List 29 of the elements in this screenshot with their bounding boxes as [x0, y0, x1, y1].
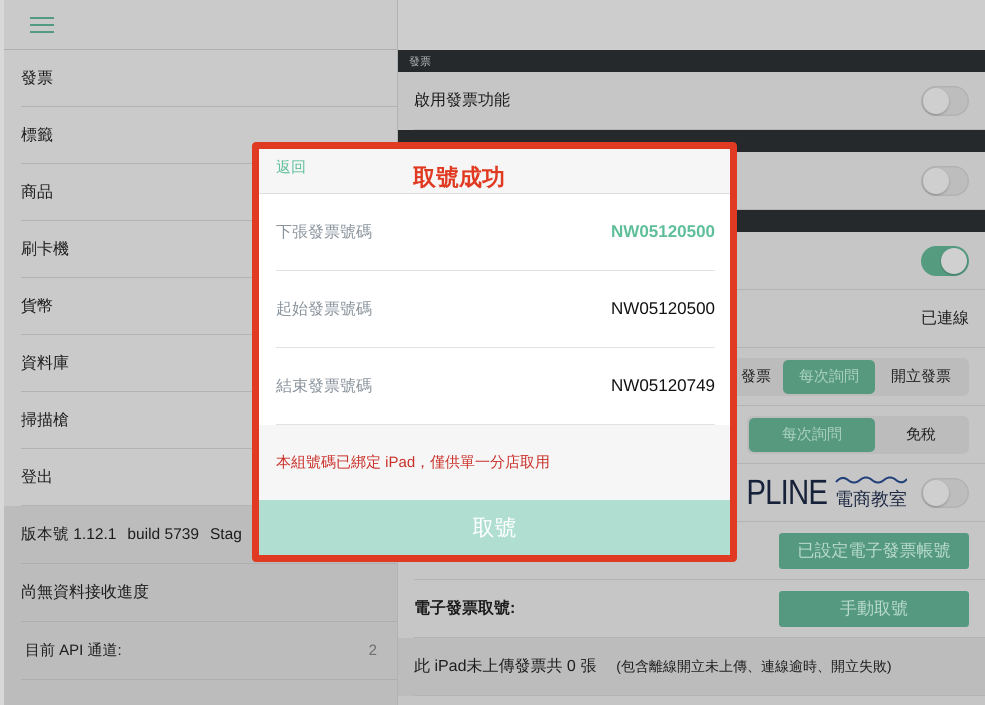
version-text: 版本號 1.12.1 — [21, 525, 116, 545]
field-label: 起始發票號碼 — [276, 300, 372, 320]
toggle-switch[interactable] — [921, 246, 969, 276]
upload-count-text: 此 iPad未上傳發票共 0 張 — [414, 656, 596, 677]
toggle-switch[interactable] — [921, 478, 969, 508]
menu-icon[interactable] — [30, 16, 54, 32]
segment-tab[interactable]: 開立發票 — [875, 360, 967, 394]
segment-tab[interactable]: 免稅 — [875, 418, 967, 452]
connection-status: 已連線 — [921, 308, 969, 329]
version-text: build 5739 — [127, 526, 199, 544]
logo-caption: 電商教室 — [835, 488, 907, 510]
invoice-number: NW05120500 — [611, 299, 715, 319]
setting-label: 啟用發票功能 — [414, 90, 510, 111]
api-channel-label: 目前 API 通道: — [25, 641, 122, 660]
invoice-number: NW05120749 — [611, 376, 715, 396]
api-channel-value: 2 — [368, 642, 377, 659]
wave-icon — [835, 474, 907, 484]
section-title: 發票 — [409, 54, 431, 68]
toggle-switch[interactable] — [921, 86, 969, 116]
toggle-switch[interactable] — [921, 166, 969, 196]
setting-label: 電子發票取號: — [414, 598, 516, 619]
field-label: 下張發票號碼 — [276, 222, 372, 242]
invoice-number: NW05120500 — [611, 222, 715, 242]
version-text: Stag — [210, 526, 242, 544]
upload-note-text: (包含離線開立未上傳、連線逾時、開立失敗) — [616, 658, 892, 676]
sidebar-item[interactable]: 發票 — [21, 50, 397, 107]
dialog-title: 取號成功 — [413, 163, 505, 192]
sync-status-text: 尚無資料接收進度 — [21, 582, 149, 603]
logo-wordmark: PLINE — [746, 472, 827, 512]
